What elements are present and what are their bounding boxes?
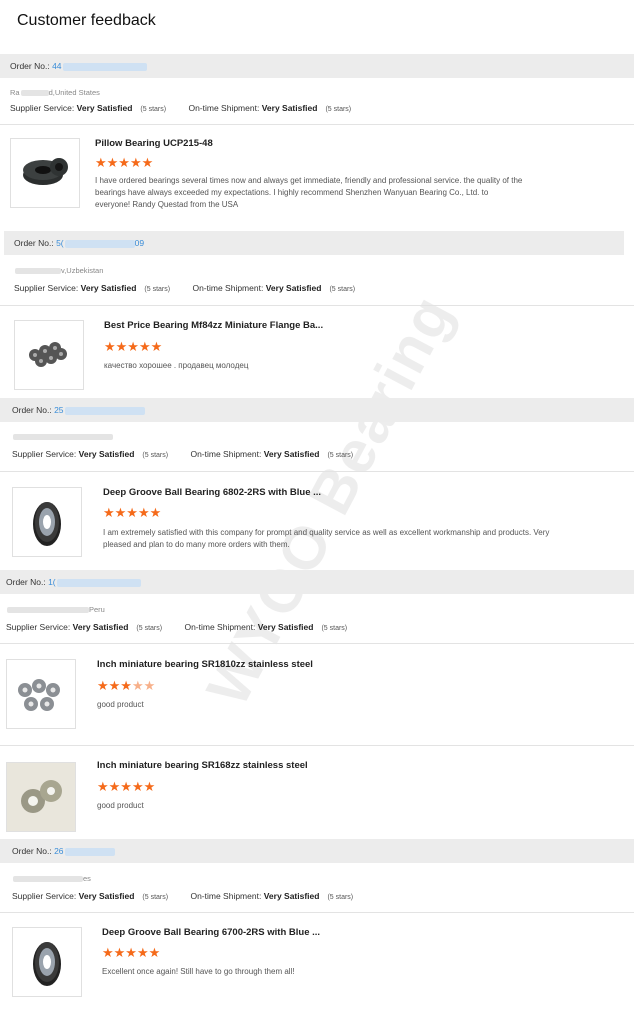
star-rating: ★★★★★: [97, 678, 156, 693]
service-rating-line: Supplier Service: Very Satisfied (5 stars…: [6, 622, 348, 632]
order-number[interactable]: 1(: [48, 577, 56, 587]
product-image-pillow-bearing[interactable]: [10, 138, 80, 208]
order-bar: Order No.: 1(: [0, 570, 634, 594]
star-rating: ★★★★★: [97, 779, 156, 794]
service-rating-line: Supplier Service: Very Satisfied (5 stars…: [10, 103, 352, 113]
review-text: качество хорошее . продавец молодец: [104, 361, 249, 370]
product-image-flange-bearing[interactable]: [14, 320, 84, 390]
order-number[interactable]: 5(: [56, 238, 64, 248]
review-text: I am extremely satisfied with this compa…: [103, 528, 550, 549]
order-bar: Order No.: 5(09: [4, 231, 624, 255]
order-bar: Order No.: 25: [0, 398, 634, 422]
product-title-link[interactable]: Pillow Bearing UCP215-48: [95, 138, 213, 149]
service-rating-line: Supplier Service: Very Satisfied (5 stars…: [12, 449, 354, 459]
redacted-order-number: [64, 406, 145, 415]
order-label: Order No.:: [6, 577, 46, 587]
watermark: WYOO Bearing: [193, 283, 467, 717]
product-title-link[interactable]: Best Price Bearing Mf84zz Miniature Flan…: [104, 320, 323, 331]
order-label: Order No.:: [10, 61, 50, 71]
order-number[interactable]: 25: [54, 405, 63, 415]
star-rating: ★★★★★: [104, 339, 163, 354]
product-image-sr1810zz-bearing[interactable]: [6, 659, 76, 729]
order-label: Order No.:: [12, 846, 52, 856]
customer-location: Peru: [6, 605, 105, 614]
redacted-order-number: [64, 847, 115, 856]
star-rating: ★★★★★: [103, 505, 162, 520]
product-image-6700-bearing[interactable]: [12, 927, 82, 997]
customer-location: [12, 432, 113, 441]
product-title-link[interactable]: Deep Groove Ball Bearing 6700-2RS with B…: [102, 927, 320, 938]
review-text: good product: [97, 700, 144, 709]
product-title-link[interactable]: Deep Groove Ball Bearing 6802-2RS with B…: [103, 487, 321, 498]
divider: [0, 305, 634, 306]
customer-location: v,Uzbekistan: [14, 266, 103, 275]
review-text: good product: [97, 801, 144, 810]
divider: [0, 912, 634, 913]
review-text: I have ordered bearings several times no…: [95, 176, 523, 209]
service-rating-line: Supplier Service: Very Satisfied (5 stars…: [14, 283, 356, 293]
review-text: Excellent once again! Still have to go t…: [102, 967, 295, 976]
order-label: Order No.:: [14, 238, 54, 248]
star-rating: ★★★★★: [95, 155, 154, 170]
page-title: Customer feedback: [17, 12, 156, 29]
service-rating-line: Supplier Service: Very Satisfied (5 stars…: [12, 891, 354, 901]
product-image-6802-bearing[interactable]: [12, 487, 82, 557]
order-label: Order No.:: [12, 405, 52, 415]
product-title-link[interactable]: Inch miniature bearing SR1810zz stainles…: [97, 659, 313, 670]
redacted-order-number: [56, 578, 141, 587]
product-title-link[interactable]: Inch miniature bearing SR168zz stainless…: [97, 760, 308, 771]
order-number[interactable]: 44: [52, 61, 61, 71]
divider: [0, 124, 634, 125]
customer-location: Ra d,United States: [10, 88, 100, 97]
divider: [0, 745, 634, 746]
order-bar: Order No.: 44: [0, 54, 634, 78]
redacted-order-number: [62, 62, 147, 71]
product-image-sr168zz-bearing[interactable]: [6, 762, 76, 832]
star-rating: ★★★★★: [102, 945, 161, 960]
divider: [0, 643, 634, 644]
order-bar: Order No.: 26: [0, 839, 634, 863]
order-number[interactable]: 26: [54, 846, 63, 856]
divider: [0, 471, 634, 472]
customer-location: es: [12, 874, 91, 883]
redacted-order-number: [64, 239, 135, 248]
